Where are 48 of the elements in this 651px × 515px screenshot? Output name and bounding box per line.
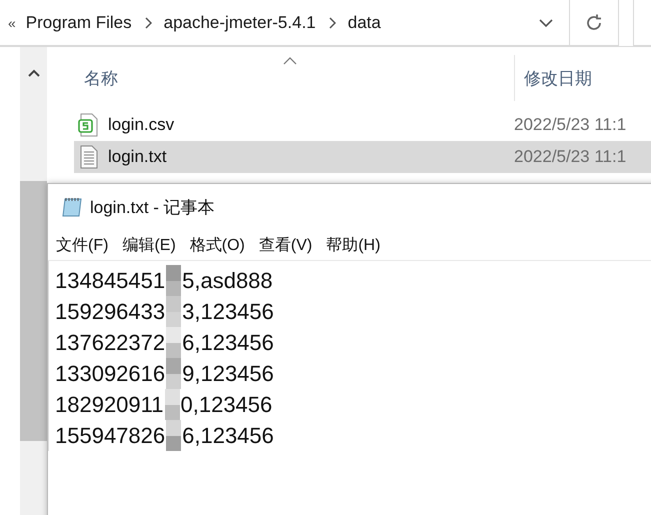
text-line: 182920911 — [55, 391, 164, 419]
overflow-chevron[interactable]: « — [8, 14, 16, 30]
text-line: 9,123456 — [182, 360, 274, 388]
breadcrumb-item[interactable]: data — [348, 12, 381, 32]
refresh-icon[interactable] — [584, 12, 604, 32]
text-area[interactable]: 134845451 5,asd888 159296433 3,123456 137622372 6,123456 133092616 9,123456 182920911 0,123456 155947826 6,123456 — [48, 261, 651, 451]
notepad-icon — [60, 195, 84, 219]
pixelated-redaction — [166, 327, 182, 358]
spreadsheet-file-icon — [78, 113, 100, 137]
breadcrumb-item[interactable]: apache-jmeter-5.4.1 — [164, 12, 316, 32]
text-line: 6,123456 — [182, 422, 274, 450]
menu-item[interactable]: 查看(V) — [258, 234, 312, 256]
text-line: 134845451 — [55, 267, 166, 295]
scroll-up-icon[interactable] — [28, 69, 40, 77]
text-file-icon — [78, 145, 100, 169]
pixelated-redaction — [166, 358, 182, 389]
menu-item[interactable]: 文件(F) — [56, 234, 108, 256]
text-line: 133092616 — [55, 360, 166, 388]
text-line: 155947826 — [55, 422, 166, 450]
dropdown-icon[interactable] — [539, 18, 553, 28]
file-name: login.txt — [108, 147, 167, 167]
column-header[interactable]: 名称 — [74, 66, 514, 90]
modified-date: 2022/5/23 11:1 — [513, 147, 626, 167]
text-line: 0,123456 — [180, 391, 272, 419]
breadcrumb-item[interactable]: Program Files — [26, 12, 132, 32]
pixelated-redaction — [166, 265, 182, 296]
file-row[interactable]: login.txt 2022/5/23 11:1 — [74, 141, 651, 173]
text-line: 6,123456 — [182, 329, 274, 357]
chevron-icon[interactable] — [144, 16, 152, 28]
scrollbar[interactable] — [20, 47, 47, 515]
file-name: login.csv — [108, 115, 174, 135]
window-title: login.txt - 记事本 — [90, 196, 215, 218]
sort-caret-icon — [283, 57, 297, 65]
modified-date: 2022/5/23 11:1 — [513, 115, 626, 135]
chevron-icon[interactable] — [328, 16, 336, 28]
pixelated-redaction — [166, 296, 182, 327]
pixelated-redaction — [166, 420, 182, 451]
text-line: 3,123456 — [182, 298, 274, 326]
pixelated-redaction — [164, 389, 180, 420]
column-header[interactable]: 修改日期 — [514, 55, 592, 101]
file-row[interactable]: login.csv 2022/5/23 11:1 — [74, 109, 651, 141]
menu-item[interactable]: 帮助(H) — [326, 234, 380, 256]
text-line: 159296433 — [55, 298, 166, 326]
text-line: 137622372 — [55, 329, 166, 357]
scrollbar-thumb[interactable] — [20, 181, 47, 441]
text-line: 5,asd888 — [182, 267, 273, 295]
menu-item[interactable]: 格式(O) — [190, 234, 245, 256]
menu-item[interactable]: 编辑(E) — [122, 234, 176, 256]
